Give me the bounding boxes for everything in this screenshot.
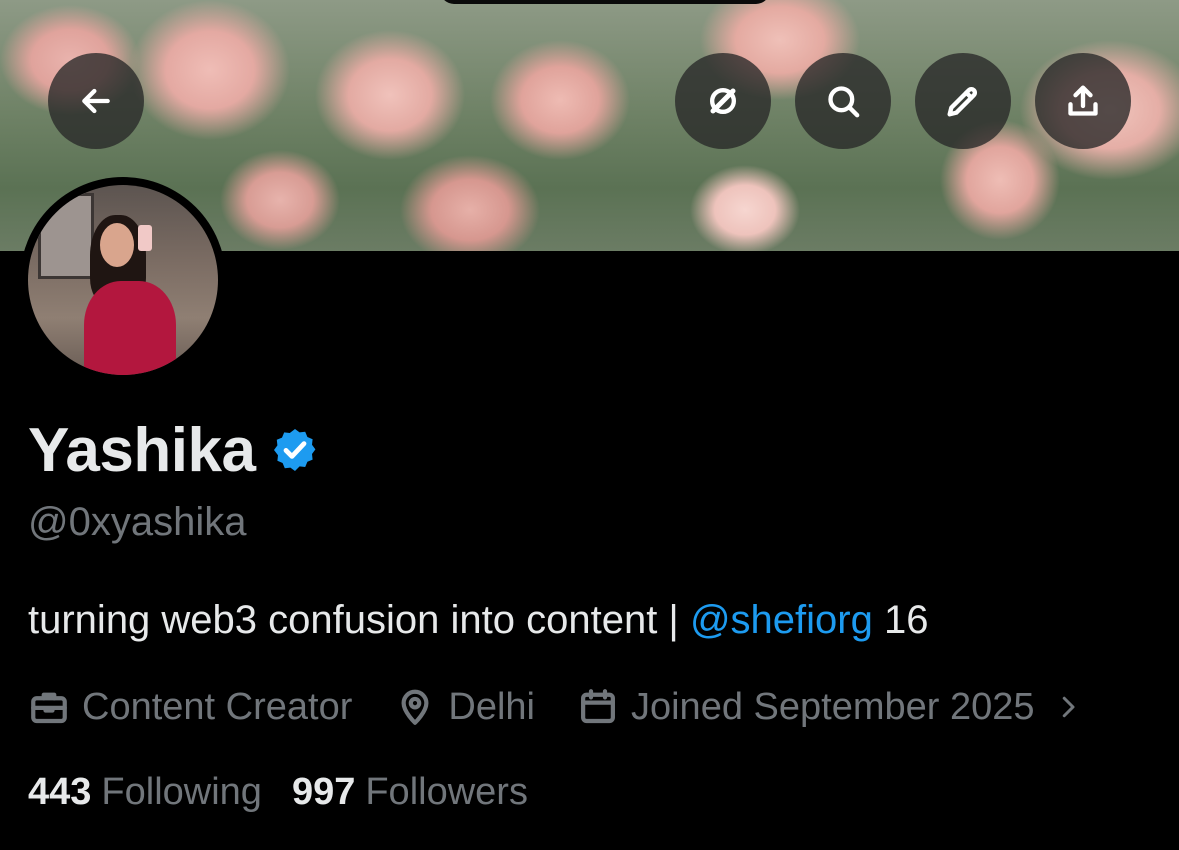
- calendar-icon: [581, 689, 615, 724]
- joined-label: Joined September 2025: [630, 685, 1035, 728]
- avatar[interactable]: [20, 177, 226, 383]
- location-pin-icon: [401, 689, 429, 725]
- display-name-row: Yashika: [28, 410, 319, 490]
- category-item: Content Creator: [28, 686, 352, 729]
- arrow-left-icon: [82, 88, 110, 114]
- verified-badge-icon[interactable]: [271, 426, 319, 474]
- chevron-right-icon: [1062, 696, 1074, 718]
- category-label: Content Creator: [82, 685, 353, 728]
- grok-icon: [710, 88, 736, 114]
- share-icon: [1068, 85, 1098, 116]
- bio-text: turning web3 confusion into content |: [28, 598, 690, 642]
- following-stat[interactable]: 443 Following: [28, 771, 262, 814]
- grok-button[interactable]: [675, 53, 771, 149]
- edit-button[interactable]: [915, 53, 1011, 149]
- following-count: 443: [28, 770, 92, 813]
- share-button[interactable]: [1035, 53, 1131, 149]
- bio-suffix: 16: [872, 598, 929, 642]
- display-name: Yashika: [28, 415, 256, 485]
- followers-stat[interactable]: 997 Followers: [292, 771, 528, 814]
- followers-count: 997: [291, 770, 356, 813]
- avatar-image: [28, 185, 218, 375]
- username-handle: @0xyashika: [28, 500, 247, 544]
- bio: turning web3 confusion into content | @s…: [28, 598, 928, 643]
- search-button[interactable]: [795, 53, 891, 149]
- follow-stats: 443 Following 997 Followers: [28, 765, 558, 819]
- bio-mention-link[interactable]: @shefiorg: [690, 598, 873, 642]
- search-icon: [828, 86, 860, 118]
- location-label: Delhi: [448, 685, 535, 728]
- location-item: Delhi: [394, 686, 535, 729]
- followers-label: Followers: [365, 770, 528, 813]
- joined-item[interactable]: Joined September 2025: [577, 686, 1083, 729]
- pencil-icon: [947, 87, 977, 117]
- dynamic-island: [440, 0, 770, 4]
- following-label: Following: [101, 770, 262, 813]
- briefcase-icon: [31, 692, 67, 724]
- profile-meta: Content Creator Delhi Joined September 2…: [28, 680, 1083, 734]
- back-button[interactable]: [48, 53, 144, 149]
